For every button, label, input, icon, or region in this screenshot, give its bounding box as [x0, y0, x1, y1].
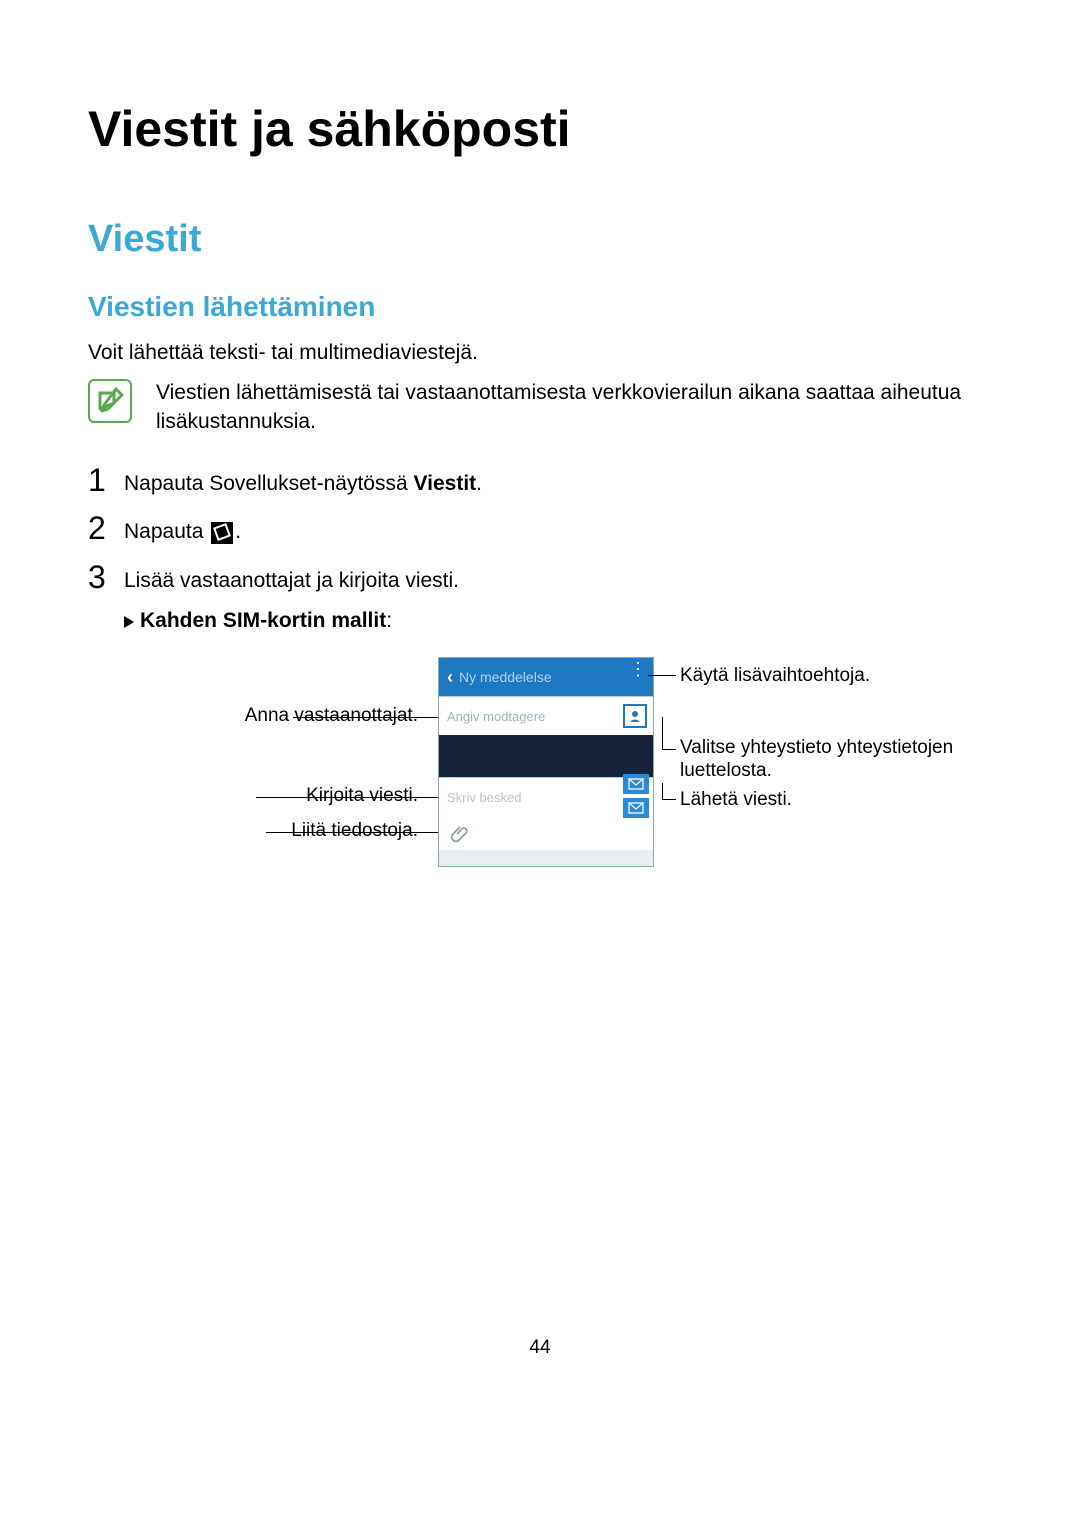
- step-1-pre: Napauta Sovellukset-näytössä: [124, 472, 414, 495]
- step-3-sub-bold: Kahden SIM-kortin mallit: [140, 609, 386, 632]
- phone-dark-area: [439, 735, 653, 777]
- page-title: Viestit ja sähköposti: [88, 100, 992, 158]
- step-number: 1: [88, 464, 124, 496]
- intro-text: Voit lähettää teksti- tai multimediavies…: [88, 339, 992, 367]
- step-3: 3 Lisää vastaanottajat ja kirjoita viest…: [88, 561, 992, 595]
- step-3-sub-post: :: [386, 609, 392, 632]
- attach-row: [439, 816, 653, 850]
- send-sim2-icon: [623, 798, 649, 818]
- step-1-bold: Viestit: [414, 472, 477, 495]
- recipients-placeholder: Angiv modtagere: [447, 709, 545, 724]
- message-field: Skriv besked: [439, 777, 653, 816]
- step-1: 1 Napauta Sovellukset-näytössä Viestit.: [88, 464, 992, 498]
- send-sim1-icon: [623, 774, 649, 794]
- note-icon: [88, 379, 132, 423]
- phone-header-title: Ny meddelelse: [459, 669, 552, 685]
- phone-bottom-bar: [439, 850, 653, 866]
- compose-icon: [211, 522, 233, 544]
- subsection-heading: Viestien lähettäminen: [88, 291, 992, 323]
- step-number: 2: [88, 512, 124, 544]
- callout-contacts: Valitse yhteystieto yhteystietojen luett…: [680, 737, 990, 783]
- contacts-button-icon: [623, 704, 647, 728]
- phone-screenshot: ‹ Ny meddelelse ⋮ Angiv modtagere Skriv …: [438, 657, 654, 867]
- step-number: 3: [88, 561, 124, 593]
- step-3-text: Lisää vastaanottajat ja kirjoita viesti.: [124, 561, 459, 595]
- section-heading: Viestit: [88, 218, 992, 261]
- step-1-post: .: [476, 472, 482, 495]
- phone-diagram: Anna vastaanottajat. Kirjoita viesti. Li…: [88, 657, 988, 917]
- triangle-bullet-icon: [124, 616, 134, 628]
- phone-header: ‹ Ny meddelelse ⋮: [439, 658, 653, 696]
- note-text: Viestien lähettämisestä tai vastaanottam…: [156, 379, 992, 436]
- callout-send: Lähetä viesti.: [680, 789, 980, 812]
- paperclip-icon: [451, 824, 469, 842]
- callout-menu: Käytä lisävaihtoehtoja.: [680, 665, 980, 688]
- recipients-field: Angiv modtagere: [439, 696, 653, 735]
- step-2-text: Napauta: [124, 520, 209, 543]
- step-2-post: .: [235, 520, 241, 543]
- step-2: 2 Napauta .: [88, 512, 992, 546]
- menu-icon: ⋮: [629, 666, 645, 672]
- step-3-sub: Kahden SIM-kortin mallit:: [124, 609, 992, 633]
- message-placeholder: Skriv besked: [447, 790, 521, 805]
- back-icon: ‹: [447, 667, 453, 688]
- note-block: Viestien lähettämisestä tai vastaanottam…: [88, 379, 992, 436]
- page-number: 44: [88, 1337, 992, 1359]
